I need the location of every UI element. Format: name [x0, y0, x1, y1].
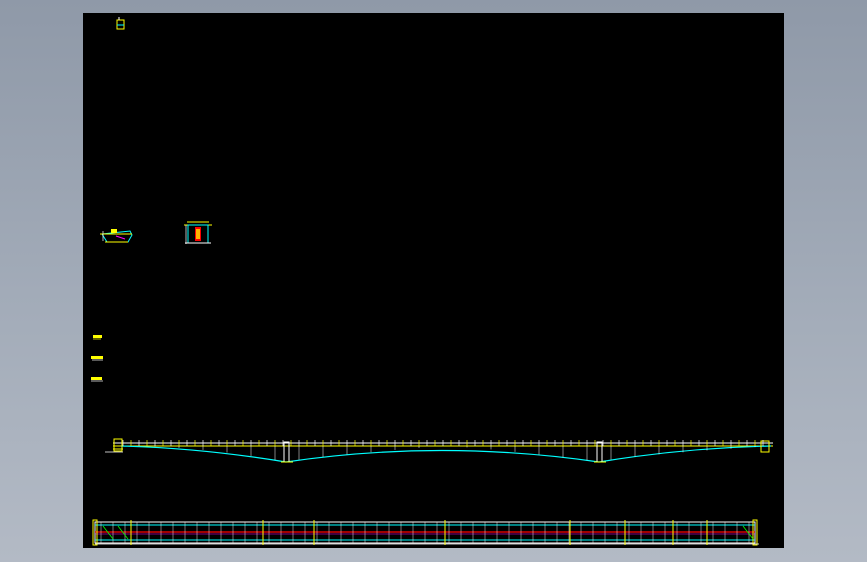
drawing-viewport[interactable]: [83, 13, 784, 548]
note-tag-1[interactable]: [93, 335, 102, 340]
title-block-marker[interactable]: [116, 17, 125, 30]
cross-section-a[interactable]: [100, 229, 133, 243]
note-tag-2[interactable]: [91, 356, 103, 361]
note-tag-3[interactable]: [91, 377, 103, 382]
bridge-elevation[interactable]: [105, 438, 773, 463]
bridge-plan[interactable]: [92, 519, 759, 546]
drawing-svg: [91, 17, 773, 546]
cross-section-b[interactable]: [184, 221, 212, 244]
